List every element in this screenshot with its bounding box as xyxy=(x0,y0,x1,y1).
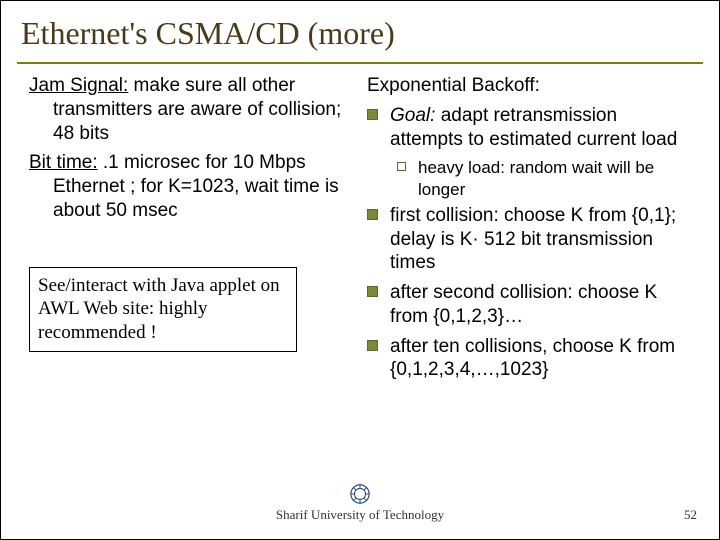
right-column: Exponential Backoff: Goal: adapt retrans… xyxy=(367,74,695,388)
content-columns: Jam Signal: make sure all other transmit… xyxy=(1,64,719,388)
jam-signal-para: Jam Signal: make sure all other transmit… xyxy=(29,74,349,145)
bit-time-para: Bit time: .1 microsec for 10 Mbps Ethern… xyxy=(29,151,349,222)
sub-list-item: heavy load: random wait will be longer xyxy=(397,157,695,200)
list-item: after second collision: choose K from {0… xyxy=(367,281,695,329)
slide-title: Ethernet's CSMA/CD (more) xyxy=(21,15,699,52)
square-bullet-icon xyxy=(367,286,378,297)
bit-time-label: Bit time: xyxy=(29,152,98,173)
list-item-text: after ten collisions, choose K from {0,1… xyxy=(390,335,695,383)
page-number: 52 xyxy=(684,507,697,523)
list-item-text: first collision: choose K from {0,1}; de… xyxy=(390,204,695,275)
list-item: after ten collisions, choose K from {0,1… xyxy=(367,335,695,383)
list-item: first collision: choose K from {0,1}; de… xyxy=(367,204,695,275)
list-item-text: after second collision: choose K from {0… xyxy=(390,281,695,329)
square-bullet-icon xyxy=(367,340,378,351)
square-bullet-icon xyxy=(367,209,378,220)
slide: Ethernet's CSMA/CD (more) Jam Signal: ma… xyxy=(0,0,720,540)
hollow-square-icon xyxy=(397,162,406,171)
left-column: Jam Signal: make sure all other transmit… xyxy=(29,74,349,388)
sub-item-text: heavy load: random wait will be longer xyxy=(418,157,695,200)
list-item: Goal: adapt retransmission attempts to e… xyxy=(367,104,695,152)
title-area: Ethernet's CSMA/CD (more) xyxy=(1,1,719,58)
footer: Sharif University of Technology xyxy=(1,483,719,523)
university-logo-icon xyxy=(349,483,371,505)
recommendation-text: See/interact with Java applet on AWL Web… xyxy=(38,275,280,344)
jam-signal-label: Jam Signal: xyxy=(29,75,128,96)
goal-label: Goal: xyxy=(390,105,435,126)
footer-text: Sharif University of Technology xyxy=(276,507,444,522)
list-item-text: Goal: adapt retransmission attempts to e… xyxy=(390,104,695,152)
backoff-heading: Exponential Backoff: xyxy=(367,74,695,98)
recommendation-box: See/interact with Java applet on AWL Web… xyxy=(29,267,297,352)
bullet-list: Goal: adapt retransmission attempts to e… xyxy=(367,104,695,382)
square-bullet-icon xyxy=(367,109,378,120)
